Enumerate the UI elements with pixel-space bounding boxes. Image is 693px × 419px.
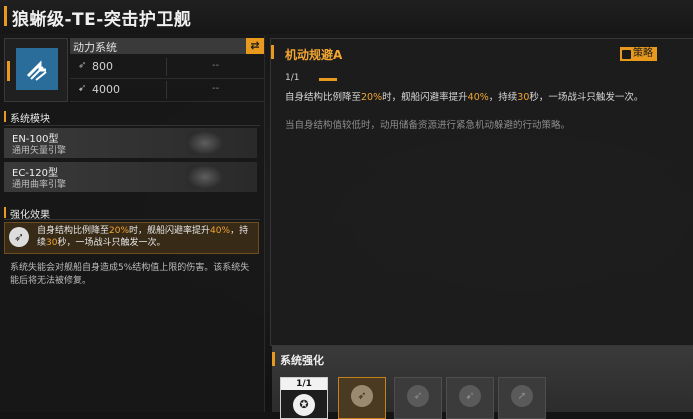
skill-description: 自身结构比例降至20%时，舰船闪避率提升40%，持续30秒，一场战斗只触发一次。 (285, 92, 644, 103)
title-accent-bar (4, 6, 7, 26)
system-module-item[interactable]: EN-100型 通用矢量引擎 (4, 128, 257, 158)
skill-level-bar (319, 78, 337, 81)
module-card[interactable] (4, 38, 68, 102)
strategy-tag-label: 策略 (633, 48, 653, 59)
stat-value: 800 (92, 60, 113, 73)
divider (4, 125, 260, 126)
enhancement-effect-box: ➶ 自身结构比例降至20%时，舰船闪避率提升40%，持续30秒，一场战斗只触发一… (4, 222, 259, 254)
thrust-icon: ➹ (78, 83, 87, 94)
enhance-slot-level: 1/1 (281, 378, 327, 390)
enhance-slot-active[interactable]: 1/1 ✪ (280, 377, 328, 419)
system-enhance-label: 系统强化 (280, 354, 324, 367)
evade-skill-icon: ➶ (351, 385, 373, 407)
divider (166, 58, 167, 76)
skill-name: 机动规避A (285, 48, 343, 62)
swap-module-button[interactable]: ⇄ (246, 38, 264, 54)
evade-skill-icon: ➶ (407, 385, 429, 407)
module-name-bar: 动力系统 ⇄ (70, 38, 264, 54)
header: 狼蜥级-TE-突击护卫舰 (0, 0, 693, 34)
module-name: 动力系统 (73, 41, 117, 54)
system-modules-label: 系统模块 (4, 110, 50, 125)
skill-level: 1/1 (285, 73, 300, 83)
boost-skill-icon: ➚ (511, 385, 533, 407)
system-module-desc: 通用曲率引擎 (12, 180, 67, 190)
system-enhance-strip: 系统强化 1/1 ✪ ➶ ➶ ➹ ➚ (272, 346, 693, 419)
left-panel: 动力系统 ⇄ ➶ 800 -- ➹ 4000 -- 系统模块 EN-100型 通… (0, 36, 265, 412)
system-module-item[interactable]: EC-120型 通用曲率引擎 (4, 162, 257, 192)
engine-power-icon: ➶ (78, 60, 87, 71)
divider (4, 219, 260, 220)
skill-accent-bar (271, 45, 274, 59)
enhance-slot-selected[interactable]: ➶ (338, 377, 386, 419)
enhance-slot-locked[interactable]: ➚ (498, 377, 546, 419)
module-card-accent (7, 61, 10, 81)
skill-flavor-text: 当自身结构值较低时，动用储备资源进行紧急机动躲避的行动策略。 (285, 120, 571, 131)
stat-row-power: ➶ 800 -- (70, 56, 264, 79)
strip-accent-bar (272, 352, 275, 366)
divider (166, 81, 167, 99)
enhance-core-icon: ✪ (293, 394, 315, 416)
strategy-icon (622, 49, 631, 59)
stat-extra: -- (212, 60, 220, 71)
enhance-slot-locked[interactable]: ➹ (446, 377, 494, 419)
enhancement-effect-text: 自身结构比例降至20%时，舰船闪避率提升40%，持续30秒，一场战斗只触发一次。 (37, 226, 249, 248)
engine-thumbnail (187, 165, 223, 189)
evade-skill-icon: ➶ (9, 227, 29, 247)
stat-extra: -- (212, 83, 220, 94)
engine-thumbnail (187, 131, 223, 155)
thrust-skill-icon: ➹ (459, 385, 481, 407)
disable-note: 系统失能会对舰船自身造成5%结构值上限的伤害。该系统失能后将无法被修复。 (10, 263, 250, 286)
enhance-slot-locked[interactable]: ➶ (394, 377, 442, 419)
engine-module-icon (16, 48, 58, 90)
page-title: 狼蜥级-TE-突击护卫舰 (12, 10, 192, 30)
stat-row-thrust: ➹ 4000 -- (70, 79, 264, 102)
stat-value: 4000 (92, 83, 120, 96)
skill-detail-panel: 机动规避A 策略 1/1 自身结构比例降至20%时，舰船闪避率提升40%，持续3… (270, 38, 693, 346)
system-module-desc: 通用矢量引擎 (12, 146, 67, 156)
strategy-tag: 策略 (620, 47, 657, 61)
